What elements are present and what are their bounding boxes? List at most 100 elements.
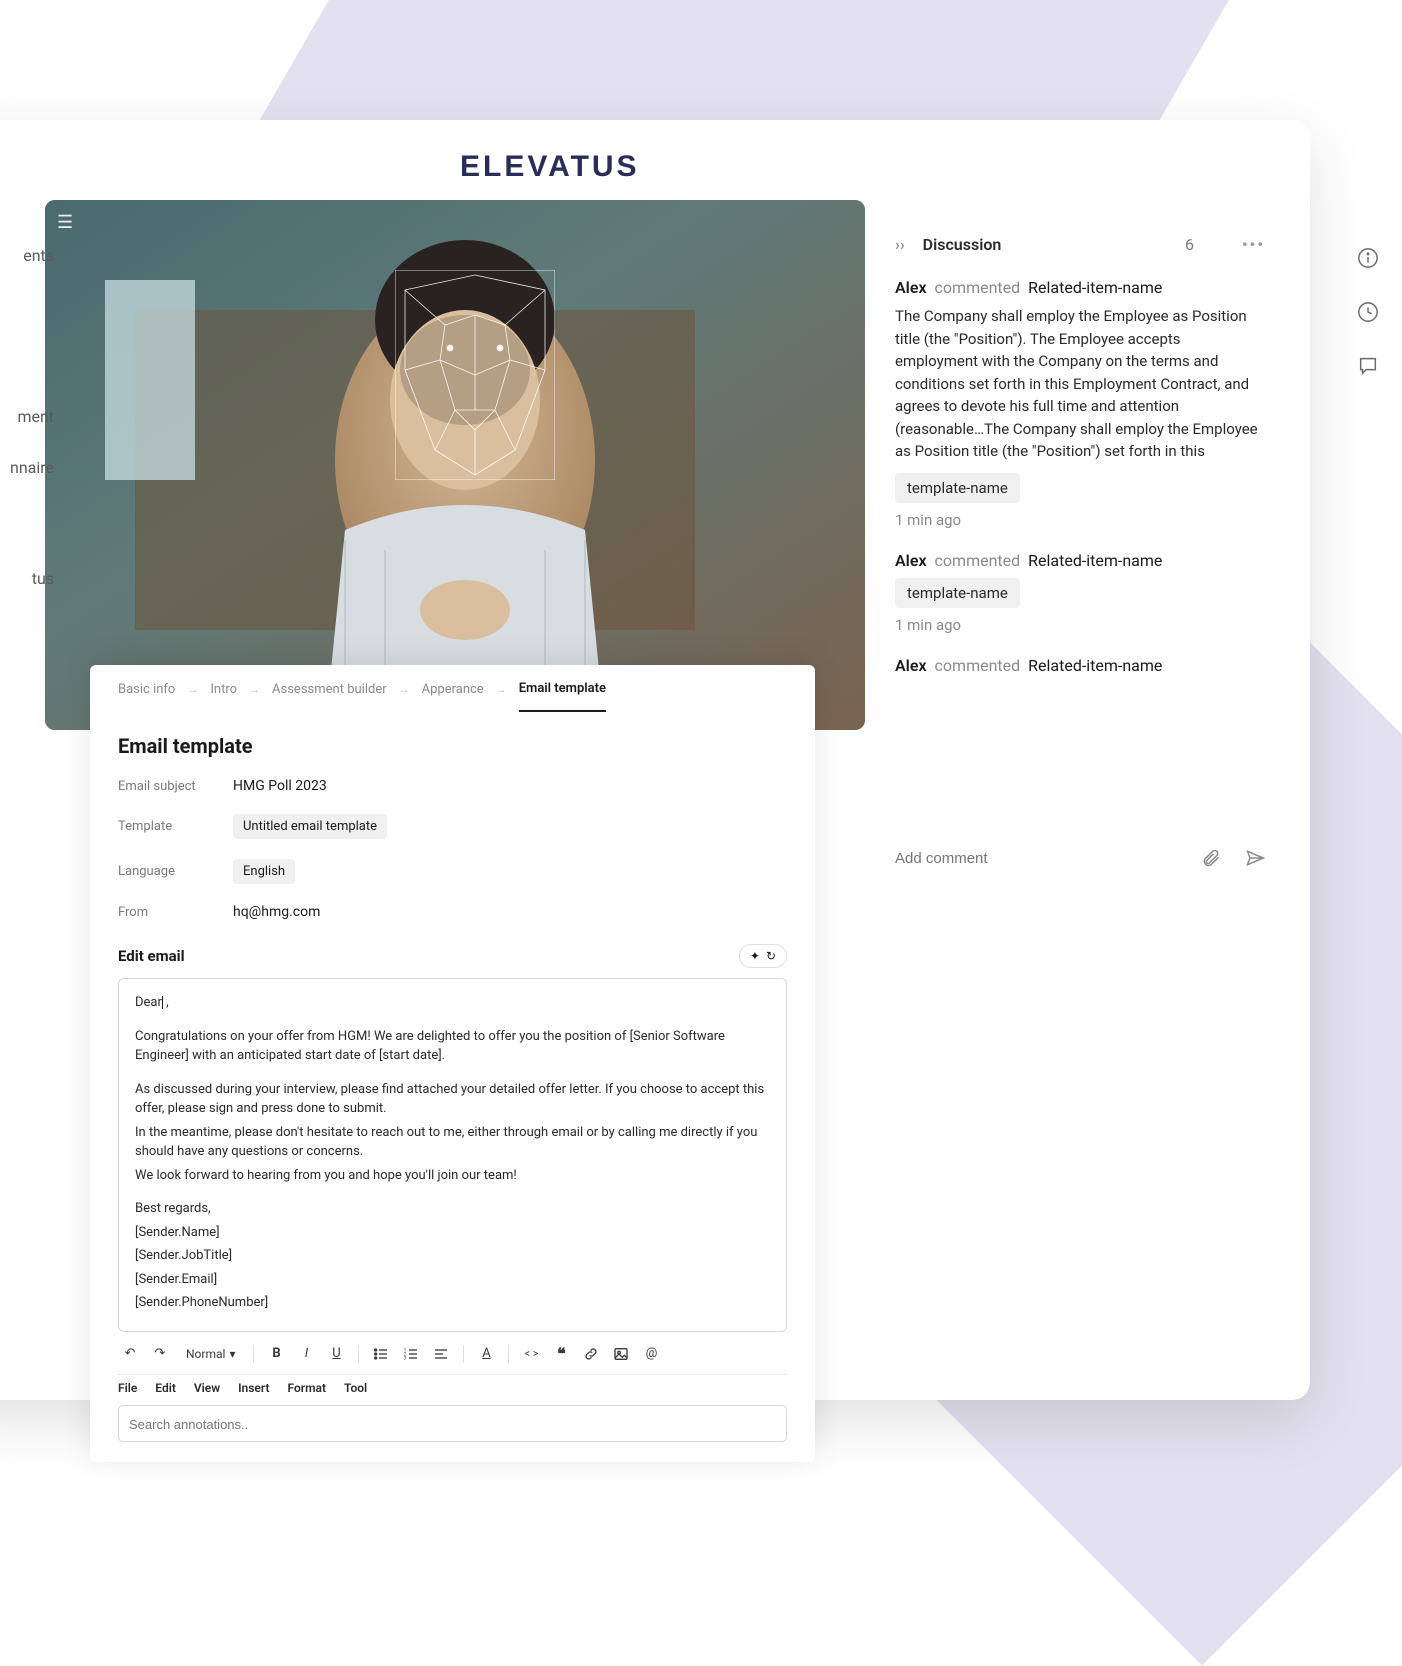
svg-text:3: 3 bbox=[404, 1355, 407, 1361]
comment-related[interactable]: Related-item-name bbox=[1028, 551, 1162, 570]
comment-tag[interactable]: template-name bbox=[895, 578, 1020, 608]
separator bbox=[253, 1345, 254, 1363]
comment-time: 1 min ago bbox=[895, 511, 1265, 529]
menu-format[interactable]: Format bbox=[288, 1381, 326, 1395]
menu-insert[interactable]: Insert bbox=[238, 1381, 269, 1395]
collapse-icon[interactable]: ›› bbox=[895, 235, 905, 254]
editor-para: In the meantime, please don't hesitate t… bbox=[135, 1123, 770, 1162]
bold-icon[interactable]: B bbox=[264, 1342, 288, 1366]
editor-menubar: File Edit View Insert Format Tool bbox=[118, 1381, 787, 1395]
comment-author: Alex bbox=[895, 278, 927, 297]
menu-edit[interactable]: Edit bbox=[155, 1381, 176, 1395]
comment-item: Alex commented Related-item-name The Com… bbox=[895, 264, 1265, 537]
search-annotations bbox=[118, 1405, 787, 1442]
nav-item[interactable]: tus bbox=[0, 553, 64, 604]
comment-related[interactable]: Related-item-name bbox=[1028, 278, 1162, 297]
comment-related[interactable]: Related-item-name bbox=[1028, 656, 1162, 675]
menu-view[interactable]: View bbox=[194, 1381, 220, 1395]
attachment-icon[interactable] bbox=[1201, 848, 1221, 868]
separator bbox=[358, 1345, 359, 1363]
comment-tag[interactable]: template-name bbox=[895, 473, 1020, 503]
editor-para: As discussed during your interview, plea… bbox=[135, 1080, 770, 1119]
editor-sig: Best regards, bbox=[135, 1199, 770, 1219]
breadcrumb-step[interactable]: Assessment builder bbox=[272, 682, 387, 697]
editor-sig: [Sender.Email] bbox=[135, 1270, 770, 1290]
field-row: Template Untitled email template bbox=[90, 804, 815, 849]
breadcrumb-step[interactable]: Intro bbox=[210, 682, 237, 697]
chevron-down-icon: ▾ bbox=[229, 1347, 235, 1361]
editor-sig: [Sender.PhoneNumber] bbox=[135, 1293, 770, 1313]
image-icon[interactable] bbox=[609, 1342, 633, 1366]
code-icon[interactable]: < > bbox=[519, 1342, 543, 1366]
edit-title: Edit email bbox=[118, 947, 185, 965]
discussion-title: Discussion bbox=[923, 235, 1002, 254]
editor-para: Congratulations on your offer from HGM! … bbox=[135, 1027, 770, 1066]
field-row: Language English bbox=[90, 849, 815, 894]
underline-icon[interactable]: U bbox=[324, 1342, 348, 1366]
field-row: Email subject HMG Poll 2023 bbox=[90, 768, 815, 804]
separator bbox=[508, 1345, 509, 1363]
text-color-icon[interactable]: A bbox=[474, 1342, 498, 1366]
field-row: From hq@hmg.com bbox=[90, 894, 815, 930]
candidate-photo: ☰ bbox=[45, 200, 865, 730]
ai-toggle[interactable]: ✦ ↻ bbox=[739, 944, 787, 968]
from-value[interactable]: hq@hmg.com bbox=[233, 904, 320, 920]
breadcrumb: Basic info → Intro → Assessment builder … bbox=[90, 665, 815, 714]
comment-item: Alex commented Related-item-name bbox=[895, 642, 1265, 691]
nav-item[interactable]: ents bbox=[0, 230, 64, 281]
nav-spacer bbox=[0, 493, 64, 553]
form-card: Basic info → Intro → Assessment builder … bbox=[90, 665, 815, 1462]
search-annotations-input[interactable] bbox=[129, 1417, 776, 1432]
chevron-right-icon: → bbox=[399, 683, 410, 696]
chevron-right-icon: → bbox=[187, 683, 198, 696]
align-icon[interactable] bbox=[429, 1342, 453, 1366]
template-pill[interactable]: Untitled email template bbox=[233, 814, 387, 839]
redo-icon[interactable]: ↷ bbox=[148, 1342, 172, 1366]
comment-author: Alex bbox=[895, 551, 927, 570]
number-list-icon[interactable]: 123 bbox=[399, 1342, 423, 1366]
discussion-panel: ›› Discussion 6 ••• Alex commented Relat… bbox=[895, 225, 1265, 691]
undo-icon[interactable]: ↶ bbox=[118, 1342, 142, 1366]
subject-value[interactable]: HMG Poll 2023 bbox=[233, 778, 327, 794]
nav-item[interactable]: nnaire bbox=[0, 442, 64, 493]
left-nav: ents ment nnaire tus bbox=[0, 230, 64, 604]
face-mesh-overlay bbox=[395, 270, 555, 480]
edit-head: Edit email ✦ ↻ bbox=[90, 930, 815, 978]
breadcrumb-step[interactable]: Apperance bbox=[422, 682, 484, 697]
comment-body: The Company shall employ the Employee as… bbox=[895, 305, 1265, 463]
language-pill[interactable]: English bbox=[233, 859, 295, 884]
link-icon[interactable] bbox=[579, 1342, 603, 1366]
comment-author: Alex bbox=[895, 656, 927, 675]
comment-action: commented bbox=[935, 278, 1021, 297]
breadcrumb-step-active[interactable]: Email template bbox=[519, 681, 606, 712]
editor-sig: [Sender.Name] bbox=[135, 1223, 770, 1243]
nav-spacer bbox=[0, 281, 64, 391]
field-label: From bbox=[118, 905, 233, 920]
quote-icon[interactable]: ❝ bbox=[549, 1342, 573, 1366]
comment-icon[interactable] bbox=[1354, 352, 1382, 380]
field-label: Email subject bbox=[118, 779, 233, 794]
info-icon[interactable] bbox=[1354, 244, 1382, 272]
comment-action: commented bbox=[935, 551, 1021, 570]
email-editor[interactable]: Dear , Congratulations on your offer fro… bbox=[118, 978, 787, 1332]
brand-logo: ELEVATUS bbox=[460, 150, 640, 184]
menu-file[interactable]: File bbox=[118, 1381, 137, 1395]
clock-icon[interactable] bbox=[1354, 298, 1382, 326]
bullet-list-icon[interactable] bbox=[369, 1342, 393, 1366]
section-title: Email template bbox=[90, 714, 815, 768]
mention-icon[interactable]: @ bbox=[639, 1342, 663, 1366]
style-select[interactable]: Normal ▾ bbox=[178, 1343, 243, 1365]
add-comment-row bbox=[895, 840, 1265, 876]
more-icon[interactable]: ••• bbox=[1242, 235, 1265, 254]
italic-icon[interactable]: I bbox=[294, 1342, 318, 1366]
editor-sig: [Sender.JobTitle] bbox=[135, 1246, 770, 1266]
nav-item[interactable]: ment bbox=[0, 391, 64, 442]
menu-tool[interactable]: Tool bbox=[344, 1381, 367, 1395]
breadcrumb-step[interactable]: Basic info bbox=[118, 682, 175, 697]
field-label: Template bbox=[118, 819, 233, 834]
separator bbox=[463, 1345, 464, 1363]
text-cursor bbox=[162, 996, 163, 1009]
right-toolbar bbox=[1354, 244, 1382, 380]
send-icon[interactable] bbox=[1245, 848, 1265, 868]
add-comment-input[interactable] bbox=[895, 850, 1177, 867]
